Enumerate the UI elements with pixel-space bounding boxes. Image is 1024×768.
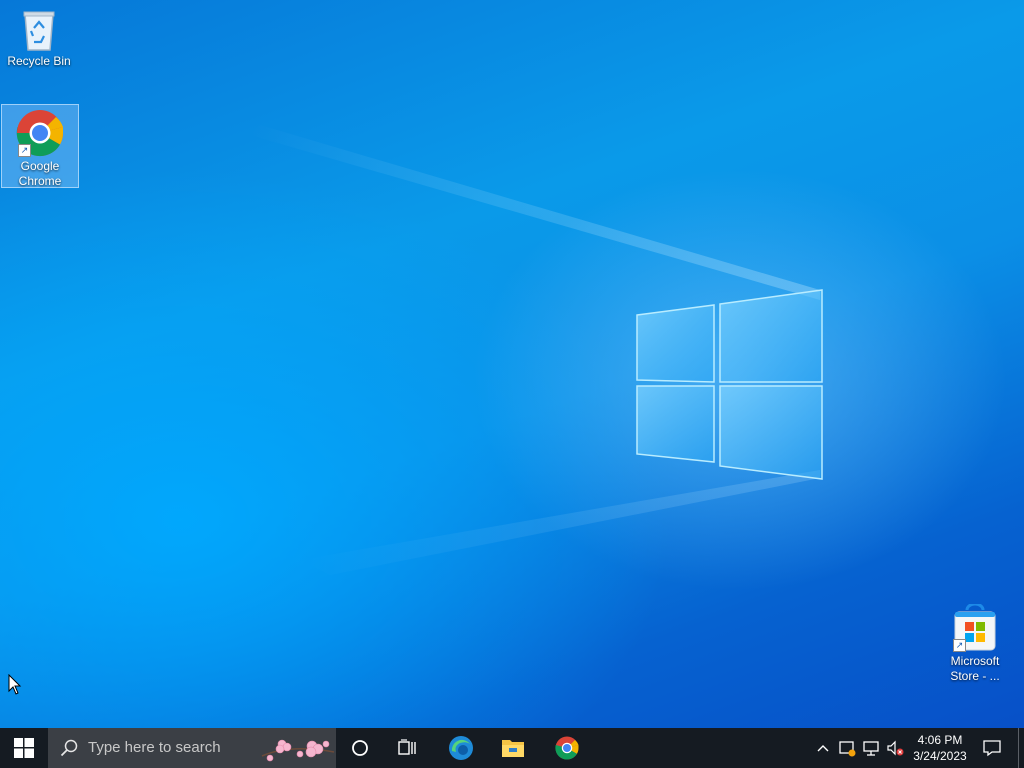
clock-date: 3/24/2023	[913, 749, 967, 763]
task-view-icon	[398, 739, 416, 755]
desktop-icon-google-chrome[interactable]: ↗ Google Chrome	[1, 104, 79, 188]
tray-clock[interactable]: 4:06 PM 3/24/2023	[908, 728, 972, 768]
recycle-bin-icon	[19, 8, 59, 52]
desktop-icon-label-line1: Google	[20, 159, 60, 173]
desktop-icon-label-line2: Store - ...	[950, 669, 1000, 683]
search-placeholder: Type here to search	[88, 739, 221, 756]
show-desktop-button[interactable]	[1018, 728, 1024, 768]
task-view-button[interactable]	[388, 728, 428, 768]
microsoft-store-icon: ↗	[951, 602, 999, 652]
tray-windows-security[interactable]	[836, 728, 858, 768]
desktop-icon-label-line2: Chrome	[18, 174, 62, 188]
desktop-icon-recycle-bin[interactable]: Recycle Bin	[1, 4, 77, 69]
search-highlight-blossom-icon	[261, 739, 335, 762]
search-icon	[60, 739, 78, 757]
desktop-icon-label-line1: Microsoft	[950, 654, 1000, 668]
cortana-button[interactable]	[340, 728, 380, 768]
volume-muted-icon	[887, 740, 904, 756]
show-hidden-icons-button[interactable]	[812, 728, 834, 768]
desktop-icon-label: Recycle Bin	[7, 54, 71, 68]
notification-icon	[983, 740, 1001, 757]
file-explorer-icon	[502, 740, 524, 757]
edge-icon	[449, 736, 473, 760]
search-box[interactable]: Type here to search	[48, 728, 336, 768]
desktop-icon-microsoft-store[interactable]: ↗ Microsoft Store - ...	[937, 600, 1013, 684]
chevron-up-icon	[817, 745, 829, 752]
shortcut-arrow-icon: ↗	[18, 144, 31, 157]
chrome-icon	[555, 736, 579, 760]
windows-start-icon	[14, 738, 34, 758]
taskbar-file-explorer[interactable]	[492, 728, 534, 768]
shortcut-arrow-icon: ↗	[953, 639, 966, 652]
cortana-icon	[352, 740, 368, 756]
windows-logo-wallpaper	[250, 125, 823, 575]
tray-network[interactable]	[860, 728, 882, 768]
taskbar-edge[interactable]	[440, 728, 482, 768]
taskbar-chrome[interactable]	[546, 728, 588, 768]
chrome-icon: ↗	[16, 109, 64, 157]
taskbar: Type here to search 4:06 PM 3/24/2023	[0, 728, 1024, 768]
clock-time: 4:06 PM	[917, 733, 963, 747]
start-button[interactable]	[0, 728, 48, 768]
desktop-wallpaper	[0, 0, 1024, 728]
mouse-cursor-icon	[8, 674, 22, 695]
action-center-button[interactable]	[976, 728, 1008, 768]
security-warning-icon	[839, 741, 856, 757]
network-icon	[863, 741, 879, 756]
tray-volume[interactable]	[884, 728, 906, 768]
